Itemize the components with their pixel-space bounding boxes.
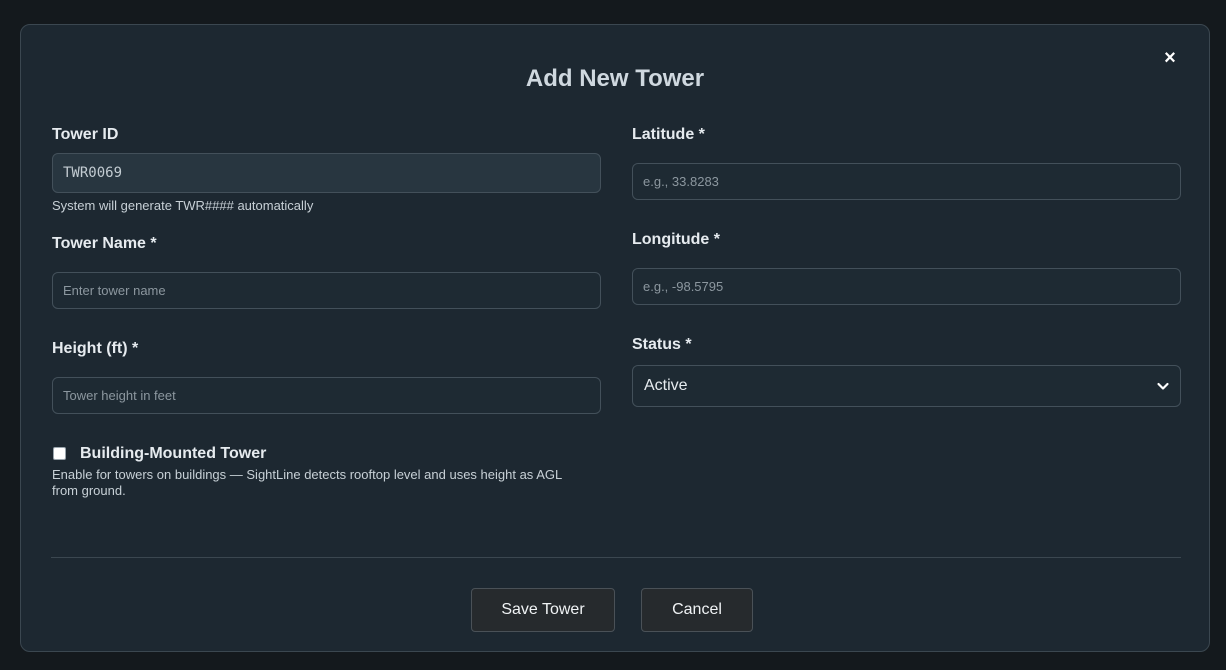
height-label: Height (ft) *: [52, 340, 139, 357]
status-select[interactable]: Active: [632, 365, 1181, 407]
longitude-input[interactable]: [632, 268, 1181, 305]
tower-id-hint: System will generate TWR#### automatical…: [52, 198, 314, 213]
tower-id-label: Tower ID: [52, 126, 119, 143]
chevron-down-icon: [1157, 382, 1169, 390]
tower-name-input[interactable]: [52, 272, 601, 309]
building-mounted-hint-line2: from ground.: [52, 483, 126, 498]
tower-id-field[interactable]: [52, 153, 601, 193]
building-mounted-checkbox[interactable]: [53, 447, 66, 460]
tower-name-label: Tower Name *: [52, 235, 157, 252]
latitude-input[interactable]: [632, 163, 1181, 200]
building-mounted-label: Building-Mounted Tower: [80, 445, 267, 462]
status-label: Status *: [632, 336, 692, 353]
building-mounted-hint-line1: Enable for towers on buildings — SightLi…: [52, 467, 563, 482]
latitude-label: Latitude *: [632, 126, 705, 143]
save-tower-button[interactable]: Save Tower: [471, 588, 615, 632]
add-tower-dialog: × Add New Tower Tower ID System will gen…: [20, 24, 1210, 652]
height-input[interactable]: [52, 377, 601, 414]
cancel-button[interactable]: Cancel: [641, 588, 753, 632]
footer-divider: [51, 557, 1181, 558]
status-selected-value: Active: [644, 377, 688, 394]
longitude-label: Longitude *: [632, 231, 720, 248]
dialog-title: Add New Tower: [525, 65, 705, 92]
